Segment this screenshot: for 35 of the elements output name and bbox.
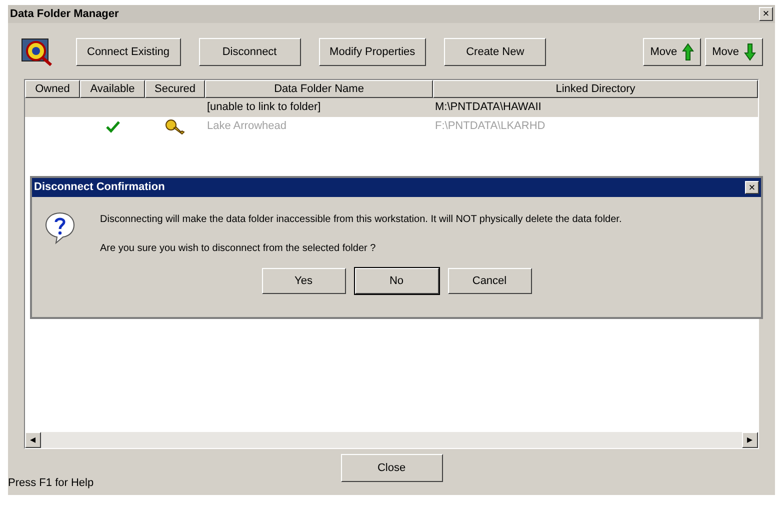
column-header[interactable]: Secured <box>145 80 205 98</box>
column-header[interactable]: Available <box>80 80 145 98</box>
move-button[interactable]: Move <box>643 38 702 66</box>
app-logo-icon <box>20 37 54 67</box>
scroll-left-button[interactable]: ◂ <box>25 432 41 448</box>
close-window-button[interactable]: Close <box>340 454 442 482</box>
window-title: Data Folder Manager <box>10 6 119 22</box>
column-header[interactable]: Linked Directory <box>433 80 758 98</box>
checkmark-icon <box>106 120 120 132</box>
status-text: Press F1 for Help <box>8 476 94 491</box>
linked-directory: M:\PNTDATA\HAWAII <box>435 101 542 114</box>
linked-directory: F:\PNTDATA\LKARHD <box>435 120 546 132</box>
dialog-button[interactable]: Yes <box>262 268 346 294</box>
column-header[interactable]: Data Folder Name <box>205 80 433 98</box>
toolbar-button[interactable]: Disconnect <box>198 38 301 66</box>
key-icon <box>165 118 185 134</box>
scroll-right-button[interactable]: ▸ <box>742 432 758 448</box>
dialog-question: Are you sure you wish to disconnect from the selected folder ? <box>100 242 377 256</box>
question-icon <box>44 211 76 245</box>
arrow-up-icon <box>682 43 694 61</box>
column-header[interactable]: Owned <box>25 80 80 98</box>
table-row[interactable]: [unable to link to folder] M:\PNTDATA\HAWAII <box>25 98 758 117</box>
dialog-button[interactable]: No <box>354 268 438 294</box>
move-button[interactable]: Move <box>705 38 763 66</box>
toolbar-button[interactable]: Modify Properties <box>318 38 426 66</box>
toolbar-button[interactable]: Connect Existing <box>76 38 181 66</box>
close-button[interactable]: × <box>759 7 773 21</box>
arrow-down-icon <box>744 43 756 61</box>
dialog-message: Disconnecting will make the data folder inaccessible from this workstation. It will NOT physically delete the data folder. <box>100 213 622 227</box>
folder-name: [unable to link to folder] <box>207 101 321 114</box>
dialog-close-button[interactable]: × <box>745 181 759 194</box>
folder-name: Lake Arrowhead <box>207 120 286 132</box>
dialog-button[interactable]: Cancel <box>448 268 532 294</box>
dialog-title: Disconnect Confirmation <box>34 180 165 196</box>
toolbar-button[interactable]: Create New <box>444 38 546 66</box>
